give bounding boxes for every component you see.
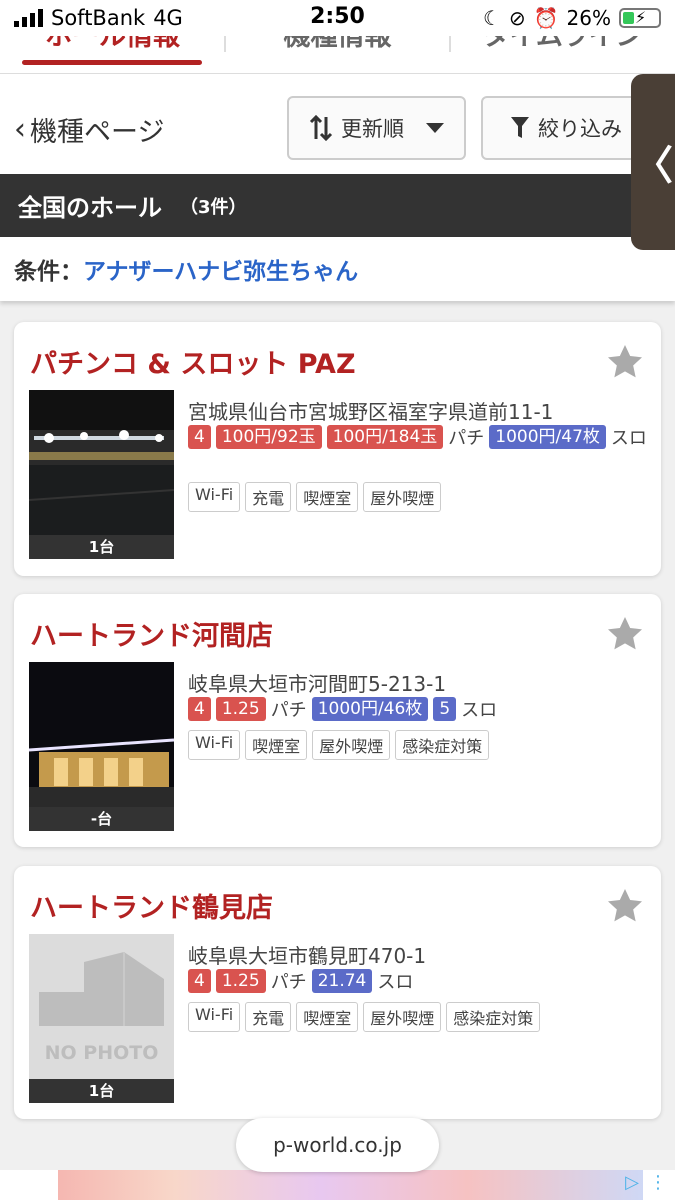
status-bar: SoftBank 4G 2:50 ☾ ⊘ ⏰ 26% ⚡ (0, 0, 675, 36)
search-condition: 条件： アナザーハナビ弥生ちゃん (0, 237, 675, 301)
slot-label: スロ (377, 972, 414, 993)
pachi-label: パチ (270, 972, 307, 993)
active-tab-indicator (22, 60, 202, 65)
caret-down-icon (426, 123, 444, 133)
hall-address: 岐阜県大垣市鶴見町470-1 (188, 944, 427, 968)
machine-count: -台 (29, 807, 174, 831)
slot-label: スロ (610, 428, 647, 449)
pachi-rate-tag: 100円/92玉 (215, 425, 322, 449)
favorite-star-icon[interactable] (605, 342, 645, 382)
hall-name[interactable]: ハートランド河間店 (30, 614, 273, 653)
amenity-tag: 充電 (245, 1002, 292, 1032)
hall-name[interactable]: パチンコ & スロット PAZ (30, 342, 356, 381)
no-photo-text: NO PHOTO (44, 1042, 159, 1064)
amenity-tag: 喫煙室 (296, 482, 359, 512)
amenity-tag: 屋外喫煙 (363, 1002, 442, 1032)
pachi-rate-tag: 4 (188, 697, 211, 721)
battery-icon: ⚡ (619, 8, 661, 28)
section-header: 全国のホール （3件） (0, 174, 675, 237)
slot-label: スロ (461, 700, 498, 721)
favorite-star-icon[interactable] (605, 886, 645, 926)
pachi-rate-tag: 4 (188, 969, 211, 993)
section-title: 全国のホール (18, 194, 162, 222)
amenity-tag: 充電 (245, 482, 292, 512)
amenity-tag: Wi-Fi (188, 730, 241, 760)
pachi-rate-tag: 4 (188, 425, 211, 449)
back-label: 機種ページ (30, 117, 165, 148)
battery-percent: 26% (566, 6, 611, 30)
lock-rotation-icon: ⊘ (508, 6, 526, 30)
side-drawer-handle[interactable]: 〈 (631, 74, 675, 250)
pachi-label: パチ (448, 428, 485, 449)
condition-label: 条件： (14, 259, 83, 285)
slot-rate-tag: 5 (433, 697, 457, 721)
slot-rate-tag: 1000円/46枚 (311, 697, 429, 721)
pachi-rate-tag: 1.25 (215, 969, 266, 993)
result-count: （3件） (180, 196, 247, 218)
hall-address: 宮城県仙台市宮城野区福室字県道前11-1 (188, 400, 554, 424)
chevron-left-icon: ‹ (14, 112, 26, 147)
amenity-tag: Wi-Fi (188, 1002, 241, 1032)
adchoices-icon[interactable]: ▷ (625, 1172, 639, 1193)
condition-value-link[interactable]: アナザーハナビ弥生ちゃん (83, 252, 358, 286)
no-photo-placeholder: NO PHOTO (29, 934, 174, 1079)
pachi-label: パチ (270, 700, 307, 721)
amenity-tag: 喫煙室 (245, 730, 308, 760)
hall-card[interactable]: ハートランド河間店 -台 岐阜県大垣市河間町5-213-1 4 1.25 パチ … (14, 594, 661, 847)
moon-icon: ☾ (482, 6, 501, 30)
amenity-list: Wi-Fi 充電 喫煙室 屋外喫煙 感染症対策 (188, 1002, 541, 1032)
amenity-tag: Wi-Fi (188, 482, 241, 512)
chevron-left-icon: 〈 (633, 143, 673, 189)
pachi-rate-tag: 100円/184玉 (326, 425, 444, 449)
alarm-icon: ⏰ (533, 6, 559, 30)
slot-rate-tag: 21.74 (311, 969, 373, 993)
slot-rate-tag: 1000円/47枚 (489, 425, 606, 449)
amenity-tag: 屋外喫煙 (363, 482, 442, 512)
hall-photo (29, 390, 174, 535)
machine-count: 1台 (29, 1079, 174, 1103)
amenity-tag: 屋外喫煙 (312, 730, 391, 760)
sort-button[interactable]: 更新順 (287, 96, 466, 160)
amenity-tag: 感染症対策 (446, 1002, 541, 1032)
back-to-machine-page-link[interactable]: ‹ 機種ページ (14, 110, 164, 149)
sort-arrows-icon (309, 115, 333, 141)
filter-icon (511, 117, 529, 138)
favorite-star-icon[interactable] (605, 614, 645, 654)
sort-label: 更新順 (341, 117, 404, 141)
hall-card[interactable]: ハートランド鶴見店 NO PHOTO 1台 岐阜県大垣市鶴見町470-1 4 1… (14, 866, 661, 1119)
amenity-tag: 感染症対策 (395, 730, 490, 760)
browser-url-bar[interactable]: p-world.co.jp (236, 1118, 439, 1172)
rate-tags: 4 100円/92玉 100円/184玉 パチ 1000円/47枚 スロ (188, 424, 648, 450)
rate-tags: 4 1.25 パチ 21.74 スロ (188, 968, 648, 994)
amenity-tag: 喫煙室 (296, 1002, 359, 1032)
machine-count: 1台 (29, 535, 174, 559)
toolbar: ‹ 機種ページ 更新順 絞り込み (0, 74, 675, 174)
ad-image[interactable] (58, 1170, 643, 1200)
amenity-list: Wi-Fi 喫煙室 屋外喫煙 感染症対策 (188, 730, 490, 760)
ad-menu-icon[interactable]: ⋮ (649, 1172, 667, 1193)
filter-label: 絞り込み (538, 117, 622, 141)
rate-tags: 4 1.25 パチ 1000円/46枚 5 スロ (188, 696, 648, 722)
pachi-rate-tag: 1.25 (215, 697, 266, 721)
amenity-list: Wi-Fi 充電 喫煙室 屋外喫煙 (188, 482, 442, 512)
hall-photo (29, 662, 174, 807)
hall-name[interactable]: ハートランド鶴見店 (30, 886, 273, 925)
ad-banner[interactable]: ▷ ⋮ (0, 1170, 675, 1200)
hall-card[interactable]: パチンコ & スロット PAZ 1台 宮城県仙台市宮城野区福室字県道前11-1 … (14, 322, 661, 576)
hall-address: 岐阜県大垣市河間町5-213-1 (188, 672, 447, 696)
filter-button[interactable]: 絞り込み (481, 96, 651, 160)
